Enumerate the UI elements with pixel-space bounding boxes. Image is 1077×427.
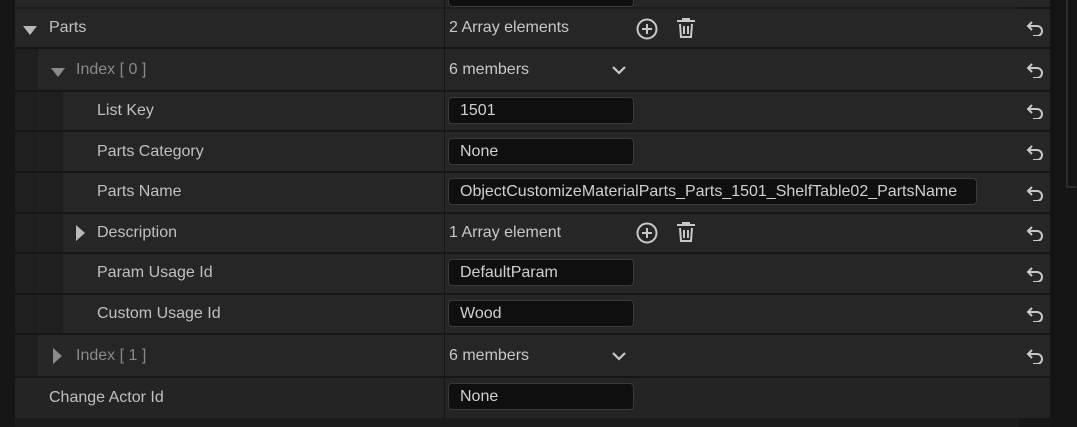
row-list-key: List Key 1501 [15,92,1019,130]
triangle-down-icon[interactable] [23,23,37,41]
reset-cell [1019,173,1050,212]
previous-row-field[interactable] [448,0,634,7]
row-index-1: Index [ 1 ] 6 members [15,335,1019,376]
reset-cell [1019,132,1050,171]
reset-arrow-icon[interactable] [1026,144,1044,160]
parts-category-field[interactable]: None [448,138,634,165]
reset-arrow-icon[interactable] [1026,20,1044,36]
param-usage-id-field[interactable]: DefaultParam [448,259,634,286]
reset-arrow-icon[interactable] [1026,225,1044,241]
reset-arrow-icon[interactable] [1026,266,1044,282]
row-parts-name: Parts Name ObjectCustomizeMaterialParts_… [15,173,1019,212]
row-param-usage-id: Param Usage Id DefaultParam [15,254,1019,293]
row-label: Custom Usage Id [97,305,221,322]
row-label: List Key [97,102,154,119]
row-index-0: Index [ 0 ] 6 members [15,49,1019,90]
row-value: 6 members [449,61,530,78]
reset-cell [1019,295,1050,333]
reset-cell [1019,0,1050,7]
row-label: Parts Category [97,143,204,160]
row-parts-category: Parts Category None [15,132,1019,171]
reset-arrow-icon[interactable] [1026,62,1044,78]
list-key-field[interactable]: 1501 [448,97,634,124]
row-label: Description [97,224,178,241]
reset-cell [1019,254,1050,293]
row-value: 2 Array elements [449,19,570,36]
row-value: 1 Array element [449,224,562,241]
reset-cell [1019,335,1050,376]
plus-circle-icon[interactable] [635,17,659,46]
reset-cell [1019,9,1050,47]
row-label: Parts [49,19,87,36]
row-label: Param Usage Id [97,264,213,281]
reset-cell [1019,92,1050,130]
row-custom-usage-id: Custom Usage Id Wood [15,295,1019,333]
chevron-down-icon[interactable] [611,63,627,81]
trash-icon[interactable] [674,220,698,249]
trash-icon[interactable] [674,16,698,45]
triangle-right-icon[interactable] [76,225,86,246]
reset-arrow-icon[interactable] [1026,103,1044,119]
row-label: Parts Name [97,183,182,200]
reset-arrow-icon[interactable] [1026,306,1044,322]
triangle-right-icon[interactable] [53,348,63,369]
row-value: 6 members [449,347,530,364]
triangle-down-icon[interactable] [51,65,65,83]
plus-circle-icon[interactable] [635,221,659,250]
reset-arrow-icon[interactable] [1026,348,1044,364]
row-parts: Parts 2 Array elements [15,9,1019,47]
row-label: Index [ 1 ] [76,347,147,364]
reset-arrow-icon[interactable] [1026,185,1044,201]
reset-cell [1019,49,1050,90]
parts-name-field[interactable]: ObjectCustomizeMaterialParts_Parts_1501_… [448,178,977,205]
previous-row [15,0,1019,7]
row-label: Index [ 0 ] [76,61,147,78]
custom-usage-id-field[interactable]: Wood [448,300,634,327]
row-label: Change Actor Id [49,389,164,406]
chevron-down-icon[interactable] [611,349,627,367]
reset-cell [1019,214,1050,252]
change-actor-id-field[interactable]: None [448,383,634,410]
row-change-actor-id: Change Actor Id None [15,378,1019,418]
reset-cell [1019,378,1050,418]
panel-border [1066,0,1076,188]
row-description: Description 1 Array element [15,214,1019,252]
